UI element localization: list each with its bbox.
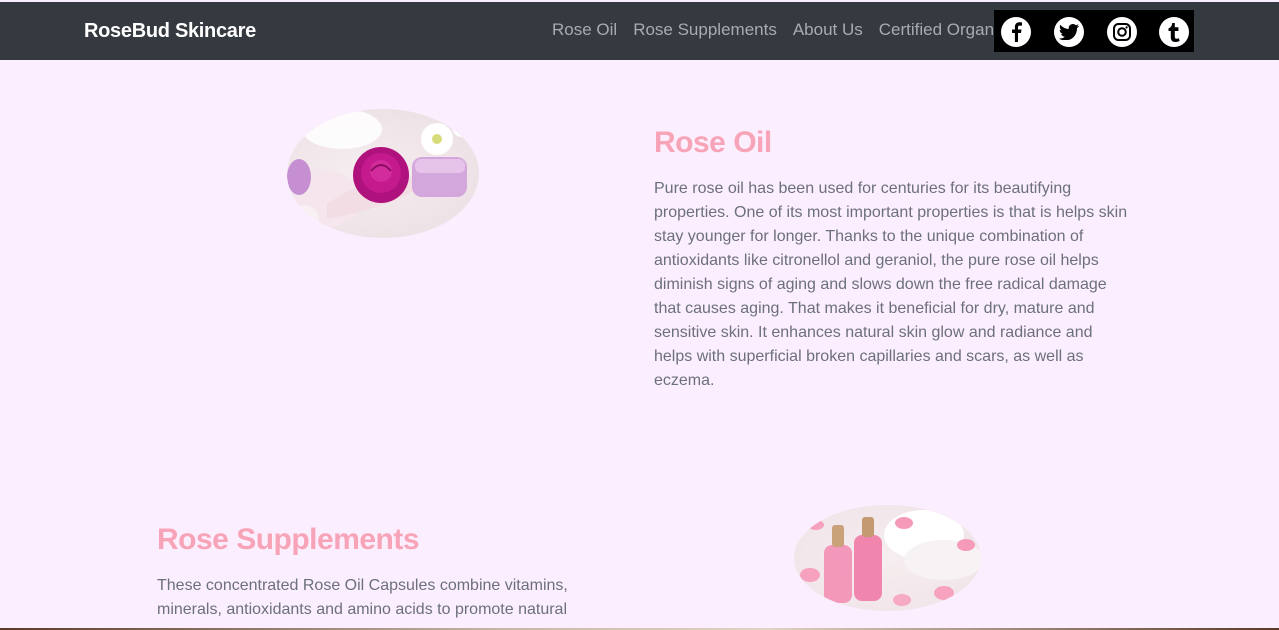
rose-supplements-image	[794, 505, 981, 611]
facebook-icon[interactable]	[1001, 17, 1031, 47]
tumblr-icon[interactable]	[1159, 17, 1189, 47]
nav-links: Rose Oil Rose Supplements About Us Certi…	[552, 20, 1022, 40]
twitter-icon[interactable]	[1054, 17, 1084, 47]
page: RoseBud Skincare Rose Oil Rose Supplemen…	[0, 0, 1279, 628]
rose-supplements-description: These concentrated Rose Oil Capsules com…	[157, 577, 568, 618]
nav-link-rose-supplements[interactable]: Rose Supplements	[633, 20, 777, 40]
rose-supplements-title: Rose Supplements	[157, 523, 420, 556]
rose-oil-image	[287, 109, 479, 238]
nav-link-about-us[interactable]: About Us	[793, 20, 863, 40]
nav-link-rose-oil[interactable]: Rose Oil	[552, 20, 617, 40]
social-links	[994, 10, 1194, 52]
instagram-icon[interactable]	[1107, 17, 1137, 47]
brand-logo[interactable]: RoseBud Skincare	[84, 20, 256, 43]
rose-oil-title: Rose Oil	[654, 126, 772, 159]
rose-oil-description: Pure rose oil has been used for centurie…	[654, 180, 1128, 389]
nav-link-certified-organic[interactable]: Certified Organic	[879, 20, 1007, 40]
navbar: RoseBud Skincare Rose Oil Rose Supplemen…	[0, 2, 1279, 60]
